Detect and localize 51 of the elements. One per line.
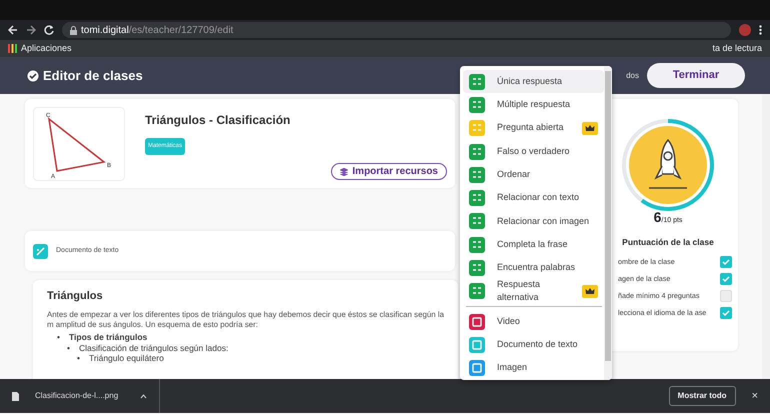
outline-item: Triángulo equilátero (89, 353, 164, 364)
menu-item[interactable]: Completa la frase (463, 233, 604, 256)
score-title: Puntuación de la clase (622, 236, 714, 249)
menu-item[interactable]: Pregunta abierta (463, 116, 604, 140)
checkbox[interactable] (720, 307, 732, 320)
page-title: Editor de clases (43, 66, 143, 85)
list-bullet: • (67, 342, 71, 354)
file-icon (12, 392, 19, 400)
bookmark-link[interactable]: Aplicaciones (21, 42, 72, 56)
apps-grid-icon[interactable] (8, 44, 17, 53)
show-all-button[interactable]: Mostrar todo (668, 386, 736, 406)
menu-item[interactable]: Múltiple respuesta (463, 93, 604, 117)
menu-item[interactable]: Video (463, 310, 604, 334)
caret-icon (140, 394, 148, 398)
checkbox[interactable] (720, 256, 732, 268)
checkbox[interactable] (720, 273, 732, 286)
reading-list-link[interactable]: ta de lectura (712, 42, 762, 56)
menu-item[interactable]: Imagen (463, 356, 604, 380)
document-text-icon (33, 244, 48, 259)
menu-item[interactable]: Relacionar con imagen (463, 210, 604, 234)
score-value: 6 (654, 208, 662, 227)
profile-avatar-icon[interactable] (739, 24, 751, 36)
back-icon[interactable] (8, 25, 18, 35)
list-bullet: • (77, 353, 81, 364)
menu-item[interactable]: Única respuesta (463, 70, 604, 94)
lesson-title: Triángulos - Clasificación (145, 112, 292, 129)
download-item[interactable]: Clasificacion-de-l....png (12, 379, 160, 413)
menu-item[interactable]: Falso o verdadero (463, 140, 604, 164)
reload-icon[interactable] (44, 25, 54, 35)
menu-item[interactable]: Respuesta alternativa (463, 280, 604, 303)
document-heading: Triángulos (47, 289, 104, 304)
menu-icon[interactable] (759, 25, 762, 35)
forward-icon[interactable] (26, 25, 36, 35)
import-resources-button[interactable]: Importar recursos (331, 163, 447, 180)
menu-item[interactable]: Ordenar (463, 163, 604, 186)
menu-item[interactable]: Documento de texto (463, 333, 604, 357)
outline-item: Tipos de triángulos (69, 332, 148, 343)
list-bullet: • (57, 332, 61, 343)
menu-scrollbar[interactable] (604, 66, 612, 380)
close-button[interactable]: × (752, 388, 758, 404)
menu-item[interactable]: Encuentra palabras (463, 256, 604, 280)
page-scrollbar[interactable] (762, 94, 770, 379)
outline-item: Clasificación de triángulos según lados: (79, 342, 228, 354)
layers-icon (340, 168, 348, 176)
header-label: dos (626, 70, 639, 82)
checkbox[interactable] (720, 290, 732, 302)
logo-icon (27, 70, 39, 82)
lock-icon (70, 26, 77, 34)
finish-button[interactable]: Terminar (647, 63, 745, 88)
rocket-icon (629, 126, 707, 204)
menu-item[interactable]: Relacionar con texto (463, 186, 604, 210)
